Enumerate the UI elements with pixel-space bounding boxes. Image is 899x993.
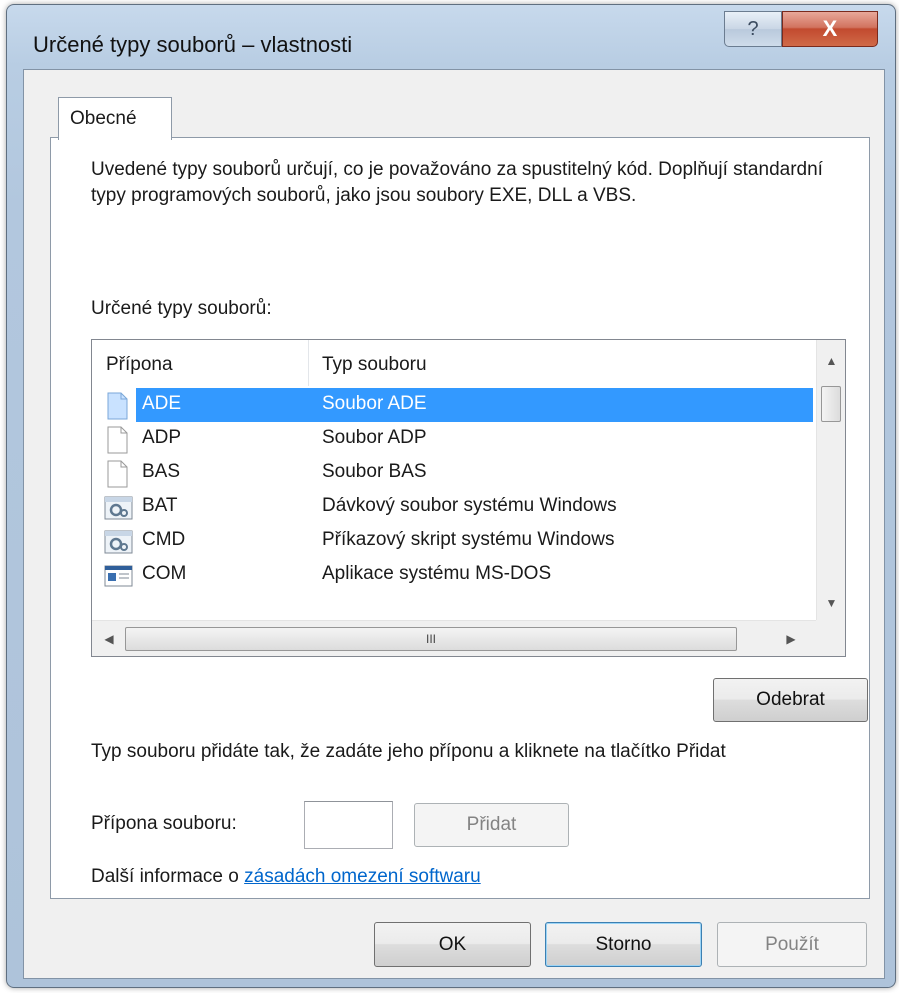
vertical-scroll-thumb[interactable] bbox=[821, 386, 841, 422]
help-button[interactable]: ? bbox=[724, 11, 782, 47]
row-extension: BAS bbox=[142, 461, 181, 482]
tab-general[interactable]: Obecné bbox=[58, 97, 172, 140]
row-extension: COM bbox=[142, 563, 187, 584]
horizontal-scrollbar[interactable]: ◀ III ▶ bbox=[92, 620, 816, 656]
list-header: Přípona Typ souboru bbox=[92, 340, 814, 386]
row-file-type: Soubor ADE bbox=[322, 393, 427, 414]
extension-label: Přípona souboru: bbox=[91, 813, 237, 834]
file-types-label: Určené typy souborů: bbox=[91, 298, 272, 319]
blank-file-icon bbox=[104, 392, 134, 420]
remove-button[interactable]: Odebrat bbox=[713, 678, 868, 722]
cancel-button[interactable]: Storno bbox=[545, 922, 702, 967]
extension-input[interactable] bbox=[304, 801, 393, 849]
close-button[interactable]: X bbox=[782, 11, 878, 47]
table-row[interactable]: ADP Soubor ADP bbox=[92, 422, 814, 456]
window-title: Určené typy souborů – vlastnosti bbox=[33, 32, 353, 57]
column-header-extension[interactable]: Přípona bbox=[106, 354, 173, 376]
blank-file-icon bbox=[104, 426, 134, 454]
dialog-window: Určené typy souborů – vlastnosti ? X Obe… bbox=[6, 4, 896, 988]
dialog-client-area: Obecné Uvedené typy souborů určují, co j… bbox=[23, 69, 885, 979]
blank-file-icon bbox=[104, 460, 134, 488]
row-extension: ADP bbox=[142, 427, 182, 448]
tab-panel-general: Uvedené typy souborů určují, co je považ… bbox=[50, 137, 870, 899]
add-hint-text: Typ souboru přidáte tak, že zadáte jeho … bbox=[91, 741, 726, 762]
row-file-type: Aplikace systému MS-DOS bbox=[322, 563, 552, 584]
scroll-right-icon[interactable]: ▶ bbox=[776, 621, 806, 656]
gear-script-icon bbox=[104, 494, 134, 522]
table-row[interactable]: CMD Příkazový skript systému Windows bbox=[92, 524, 814, 558]
file-types-list[interactable]: Přípona Typ souboru ADE Soubor ADE ADP S… bbox=[91, 339, 846, 657]
horizontal-scroll-thumb[interactable]: III bbox=[125, 627, 737, 651]
table-row[interactable]: BAS Soubor BAS bbox=[92, 456, 814, 490]
more-info-text: Další informace o zásadách omezení softw… bbox=[91, 866, 481, 888]
ok-button[interactable]: OK bbox=[374, 922, 531, 967]
scrollbar-corner bbox=[816, 620, 845, 656]
scroll-left-icon[interactable]: ◀ bbox=[94, 621, 124, 656]
column-separator[interactable] bbox=[308, 340, 309, 386]
gear-script-icon bbox=[104, 528, 134, 556]
row-file-type: Dávkový soubor systému Windows bbox=[322, 495, 617, 516]
software-restriction-policies-link[interactable]: zásadách omezení softwaru bbox=[244, 866, 481, 887]
row-file-type: Příkazový skript systému Windows bbox=[322, 529, 615, 550]
table-row[interactable]: BAT Dávkový soubor systému Windows bbox=[92, 490, 814, 524]
row-extension: CMD bbox=[142, 529, 186, 550]
selection-highlight bbox=[136, 388, 813, 422]
apply-button[interactable]: Použít bbox=[717, 922, 867, 967]
table-row[interactable]: COM Aplikace systému MS-DOS bbox=[92, 558, 814, 592]
row-file-type: Soubor BAS bbox=[322, 461, 427, 482]
description-text: Uvedené typy souborů určují, co je považ… bbox=[91, 159, 823, 206]
row-extension: BAT bbox=[142, 495, 178, 516]
dos-app-icon bbox=[104, 562, 134, 590]
scroll-down-icon[interactable]: ▼ bbox=[817, 588, 845, 618]
scroll-up-icon[interactable]: ▲ bbox=[817, 346, 845, 376]
row-file-type: Soubor ADP bbox=[322, 427, 427, 448]
table-row[interactable]: ADE Soubor ADE bbox=[92, 388, 814, 422]
vertical-scrollbar[interactable]: ▲ ▼ bbox=[816, 340, 845, 620]
column-header-file-type[interactable]: Typ souboru bbox=[322, 354, 427, 376]
row-extension: ADE bbox=[142, 393, 182, 414]
more-info-prefix: Další informace o bbox=[91, 866, 239, 887]
add-button[interactable]: Přidat bbox=[414, 803, 569, 847]
